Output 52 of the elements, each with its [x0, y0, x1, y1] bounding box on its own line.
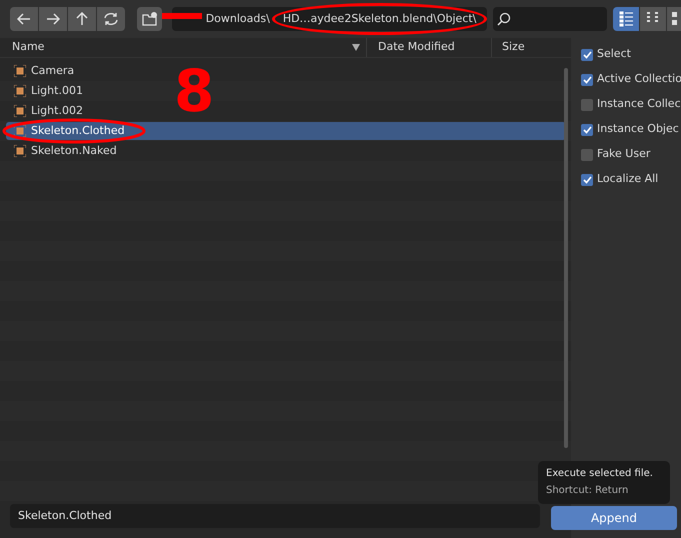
- arrow-left-icon: [17, 13, 31, 25]
- checkmark-icon: [582, 126, 592, 134]
- option-label: Select: [597, 46, 631, 62]
- checkbox[interactable]: [581, 174, 593, 186]
- file-list-item[interactable]: Skeleton.Naked: [6, 142, 566, 160]
- arrow-up-icon: [76, 12, 88, 26]
- checkmark-icon: [582, 76, 592, 84]
- checkbox[interactable]: [581, 48, 593, 60]
- scrollbar[interactable]: [564, 68, 568, 448]
- option-label: Active Collectio: [597, 71, 681, 88]
- filename-field[interactable]: Skeleton.Clothed: [10, 504, 540, 528]
- tooltip-shortcut: Shortcut: Return: [546, 484, 630, 498]
- new-folder-button[interactable]: [137, 7, 162, 31]
- search-field[interactable]: [493, 7, 607, 31]
- back-button[interactable]: [10, 7, 38, 31]
- checkbox[interactable]: [581, 124, 593, 136]
- tooltip-title: Execute selected file.: [546, 467, 654, 481]
- object-icon: [14, 85, 26, 97]
- horizontal-view-button[interactable]: [640, 7, 666, 31]
- column-header[interactable]: Date Modified: [378, 39, 455, 56]
- object-icon: [14, 105, 26, 117]
- view-mode-icon: [618, 11, 634, 27]
- thumbnails-view-button[interactable]: [667, 7, 681, 31]
- option-label: Instance Collec: [597, 96, 681, 112]
- option-label: Localize All: [597, 171, 658, 188]
- checkmark-icon: [582, 176, 592, 184]
- refresh-icon: [103, 12, 119, 26]
- column-header[interactable]: Name: [12, 39, 44, 56]
- refresh-button[interactable]: [97, 7, 125, 31]
- checkbox[interactable]: [581, 98, 593, 110]
- file-list-item[interactable]: Skeleton.Clothed: [6, 122, 566, 140]
- parent-directory-button[interactable]: [68, 7, 96, 31]
- path-text: HD…aydee2Skeleton.blend\Object\: [282, 10, 476, 27]
- option-label: Instance Objec: [597, 121, 679, 138]
- object-icon: [14, 65, 26, 77]
- sort-descending-icon: [352, 44, 360, 51]
- forward-button[interactable]: [39, 7, 67, 31]
- column-header[interactable]: Size: [502, 39, 525, 56]
- annotation-number: 8: [174, 62, 214, 120]
- checkbox[interactable]: [581, 74, 593, 86]
- arrow-right-icon: [46, 13, 60, 25]
- checkmark-icon: [582, 50, 592, 58]
- search-icon: [497, 12, 512, 26]
- checkbox[interactable]: [581, 148, 593, 160]
- vertical-view-button[interactable]: [613, 7, 639, 31]
- new-folder-icon: [142, 12, 158, 26]
- object-icon: [14, 125, 26, 137]
- option-label: Fake User: [597, 146, 650, 162]
- path-text: Downloads\: [206, 10, 270, 27]
- object-icon: [14, 145, 26, 157]
- view-mode-icon: [671, 11, 678, 27]
- append-button[interactable]: Append: [551, 506, 677, 530]
